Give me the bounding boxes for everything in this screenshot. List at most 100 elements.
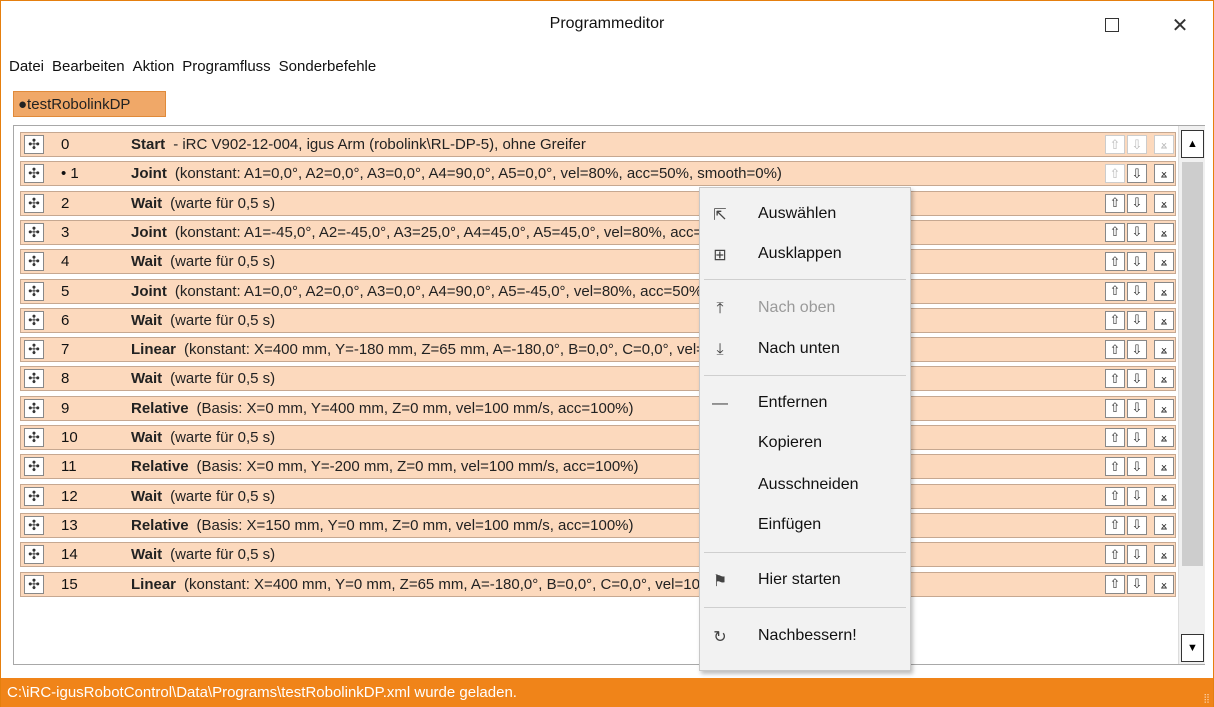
delete-row-button[interactable]: ⨱	[1154, 369, 1174, 389]
menu-datei[interactable]: Datei	[9, 58, 44, 75]
expand-row-button[interactable]: ✣	[24, 252, 44, 272]
move-up-button[interactable]: ⇧	[1105, 545, 1125, 565]
context-menu-item[interactable]: Ausschneiden	[700, 467, 910, 505]
move-up-button[interactable]: ⇧	[1105, 310, 1125, 330]
move-up-button[interactable]: ⇧	[1105, 457, 1125, 477]
program-row[interactable]: ✣ 5 Joint (konstant: A1=0,0°, A2=0,0°, A3=0…	[20, 278, 1176, 304]
program-row[interactable]: ✣ 8 Wait (warte für 0,5 s) ⇧ ⇩ ⨱	[20, 366, 1176, 392]
move-up-button[interactable]: ⇧	[1105, 574, 1125, 594]
program-row[interactable]: ✣ 15 Linear (konstant: X=400 mm, Y=0 mm, Z=…	[20, 571, 1176, 597]
expand-row-button[interactable]: ✣	[24, 369, 44, 389]
program-row[interactable]: ✣ 13 Relative (Basis: X=150 mm, Y=0 mm, Z=0…	[20, 512, 1176, 538]
delete-row-button[interactable]: ⨱	[1154, 252, 1174, 272]
move-down-button[interactable]: ⇩	[1127, 515, 1147, 535]
context-menu-item[interactable]: ⇱ Auswählen	[700, 196, 910, 234]
menu-sonderbefehle[interactable]: Sonderbefehle	[279, 58, 377, 75]
delete-row-button[interactable]: ⨱	[1154, 164, 1174, 184]
expand-row-button[interactable]: ✣	[24, 457, 44, 477]
scroll-thumb[interactable]	[1182, 162, 1203, 566]
scroll-up-button[interactable]: ▲	[1181, 130, 1204, 158]
move-up-button[interactable]: ⇧	[1105, 398, 1125, 418]
move-up-button[interactable]: ⇧	[1105, 515, 1125, 535]
expand-row-button[interactable]: ✣	[24, 281, 44, 301]
move-up-button[interactable]: ⇧	[1105, 193, 1125, 213]
maximize-button[interactable]	[1089, 7, 1135, 43]
delete-row-button[interactable]: ⨱	[1154, 545, 1174, 565]
vertical-scrollbar[interactable]: ▲ ▼	[1178, 126, 1205, 664]
move-up-button[interactable]: ⇧	[1105, 135, 1125, 154]
scroll-down-button[interactable]: ▼	[1181, 634, 1204, 662]
move-up-button[interactable]: ⇧	[1105, 369, 1125, 389]
context-menu-item[interactable]: Einfügen	[700, 507, 910, 545]
program-row[interactable]: ✣ 12 Wait (warte für 0,5 s) ⇧ ⇩ ⨱	[20, 483, 1176, 509]
move-down-button[interactable]: ⇩	[1127, 252, 1147, 272]
move-down-button[interactable]: ⇩	[1127, 340, 1147, 360]
move-down-button[interactable]: ⇩	[1127, 222, 1147, 242]
program-row[interactable]: ✣ 10 Wait (warte für 0,5 s) ⇧ ⇩ ⨱	[20, 425, 1176, 450]
expand-row-button[interactable]: ✣	[24, 135, 44, 154]
program-row[interactable]: ✣ 4 Wait (warte für 0,5 s) ⇧ ⇩ ⨱	[20, 249, 1176, 275]
program-row[interactable]: ✣ 9 Relative (Basis: X=0 mm, Y=400 mm, Z=0 …	[20, 395, 1176, 421]
move-down-button[interactable]: ⇩	[1127, 574, 1147, 594]
move-down-button[interactable]: ⇩	[1127, 310, 1147, 330]
context-menu-item[interactable]: Kopieren	[700, 425, 910, 463]
expand-row-button[interactable]: ✣	[24, 574, 44, 594]
move-up-button[interactable]: ⇧	[1105, 281, 1125, 301]
delete-row-button[interactable]: ⨱	[1154, 281, 1174, 301]
program-row[interactable]: ✣ 6 Wait (warte für 0,5 s) ⇧ ⇩ ⨱	[20, 307, 1176, 333]
expand-row-button[interactable]: ✣	[24, 310, 44, 330]
expand-row-button[interactable]: ✣	[24, 486, 44, 506]
expand-row-button[interactable]: ✣	[24, 222, 44, 242]
delete-row-button[interactable]: ⨱	[1154, 574, 1174, 594]
tab-testrobolinkdp[interactable]: ●testRobolinkDP	[13, 91, 166, 117]
expand-row-button[interactable]: ✣	[24, 428, 44, 447]
expand-row-button[interactable]: ✣	[24, 164, 44, 184]
program-row[interactable]: ✣ 2 Wait (warte für 0,5 s) ⇧ ⇩ ⨱	[20, 190, 1176, 216]
move-down-button[interactable]: ⇩	[1127, 428, 1147, 447]
move-up-button[interactable]: ⇧	[1105, 222, 1125, 242]
program-row[interactable]: ✣ 11 Relative (Basis: X=0 mm, Y=-200 mm, Z=…	[20, 454, 1176, 480]
program-row[interactable]: ✣ 0 Start - iRC V902-12-004, igus Arm (robo…	[20, 132, 1176, 157]
menu-bearbeiten[interactable]: Bearbeiten	[52, 58, 125, 75]
expand-row-button[interactable]: ✣	[24, 515, 44, 535]
resize-grip-icon[interactable]: ⣿	[1203, 693, 1210, 704]
move-down-button[interactable]: ⇩	[1127, 135, 1147, 154]
close-button[interactable]: ✕	[1157, 7, 1203, 43]
delete-row-button[interactable]: ⨱	[1154, 398, 1174, 418]
context-menu-item[interactable]: ↻ Nachbessern!	[700, 618, 910, 656]
context-menu-item[interactable]: ⤓ Nach unten	[700, 331, 910, 369]
move-down-button[interactable]: ⇩	[1127, 486, 1147, 506]
program-row[interactable]: ✣ • 1 Joint (konstant: A1=0,0°, A2=0,0°, A3…	[20, 161, 1176, 187]
delete-row-button[interactable]: ⨱	[1154, 515, 1174, 535]
expand-row-button[interactable]: ✣	[24, 193, 44, 213]
context-menu-item[interactable]: ⤒ Nach oben	[700, 290, 910, 328]
context-menu-item[interactable]: ⊞ Ausklappen	[700, 236, 910, 274]
delete-row-button[interactable]: ⨱	[1154, 193, 1174, 213]
program-row[interactable]: ✣ 14 Wait (warte für 0,5 s) ⇧ ⇩ ⨱	[20, 542, 1176, 568]
delete-row-button[interactable]: ⨱	[1154, 457, 1174, 477]
move-up-button[interactable]: ⇧	[1105, 486, 1125, 506]
move-up-button[interactable]: ⇧	[1105, 252, 1125, 272]
delete-row-button[interactable]: ⨱	[1154, 340, 1174, 360]
move-down-button[interactable]: ⇩	[1127, 369, 1147, 389]
move-down-button[interactable]: ⇩	[1127, 545, 1147, 565]
delete-row-button[interactable]: ⨱	[1154, 428, 1174, 447]
program-row[interactable]: ✣ 3 Joint (konstant: A1=-45,0°, A2=-45,0°, …	[20, 219, 1176, 245]
move-up-button[interactable]: ⇧	[1105, 340, 1125, 360]
move-up-button[interactable]: ⇧	[1105, 164, 1125, 184]
context-menu-item[interactable]: — Entfernen	[700, 385, 910, 423]
delete-row-button[interactable]: ⨱	[1154, 135, 1174, 154]
menu-programfluss[interactable]: Programfluss	[182, 58, 270, 75]
menu-aktion[interactable]: Aktion	[133, 58, 175, 75]
move-down-button[interactable]: ⇩	[1127, 457, 1147, 477]
delete-row-button[interactable]: ⨱	[1154, 310, 1174, 330]
expand-row-button[interactable]: ✣	[24, 398, 44, 418]
move-down-button[interactable]: ⇩	[1127, 164, 1147, 184]
move-down-button[interactable]: ⇩	[1127, 281, 1147, 301]
move-down-button[interactable]: ⇩	[1127, 193, 1147, 213]
move-up-button[interactable]: ⇧	[1105, 428, 1125, 447]
program-row[interactable]: ✣ 7 Linear (konstant: X=400 mm, Y=-180 mm, …	[20, 337, 1176, 363]
expand-row-button[interactable]: ✣	[24, 340, 44, 360]
move-down-button[interactable]: ⇩	[1127, 398, 1147, 418]
context-menu-item[interactable]: ⚑ Hier starten	[700, 562, 910, 600]
